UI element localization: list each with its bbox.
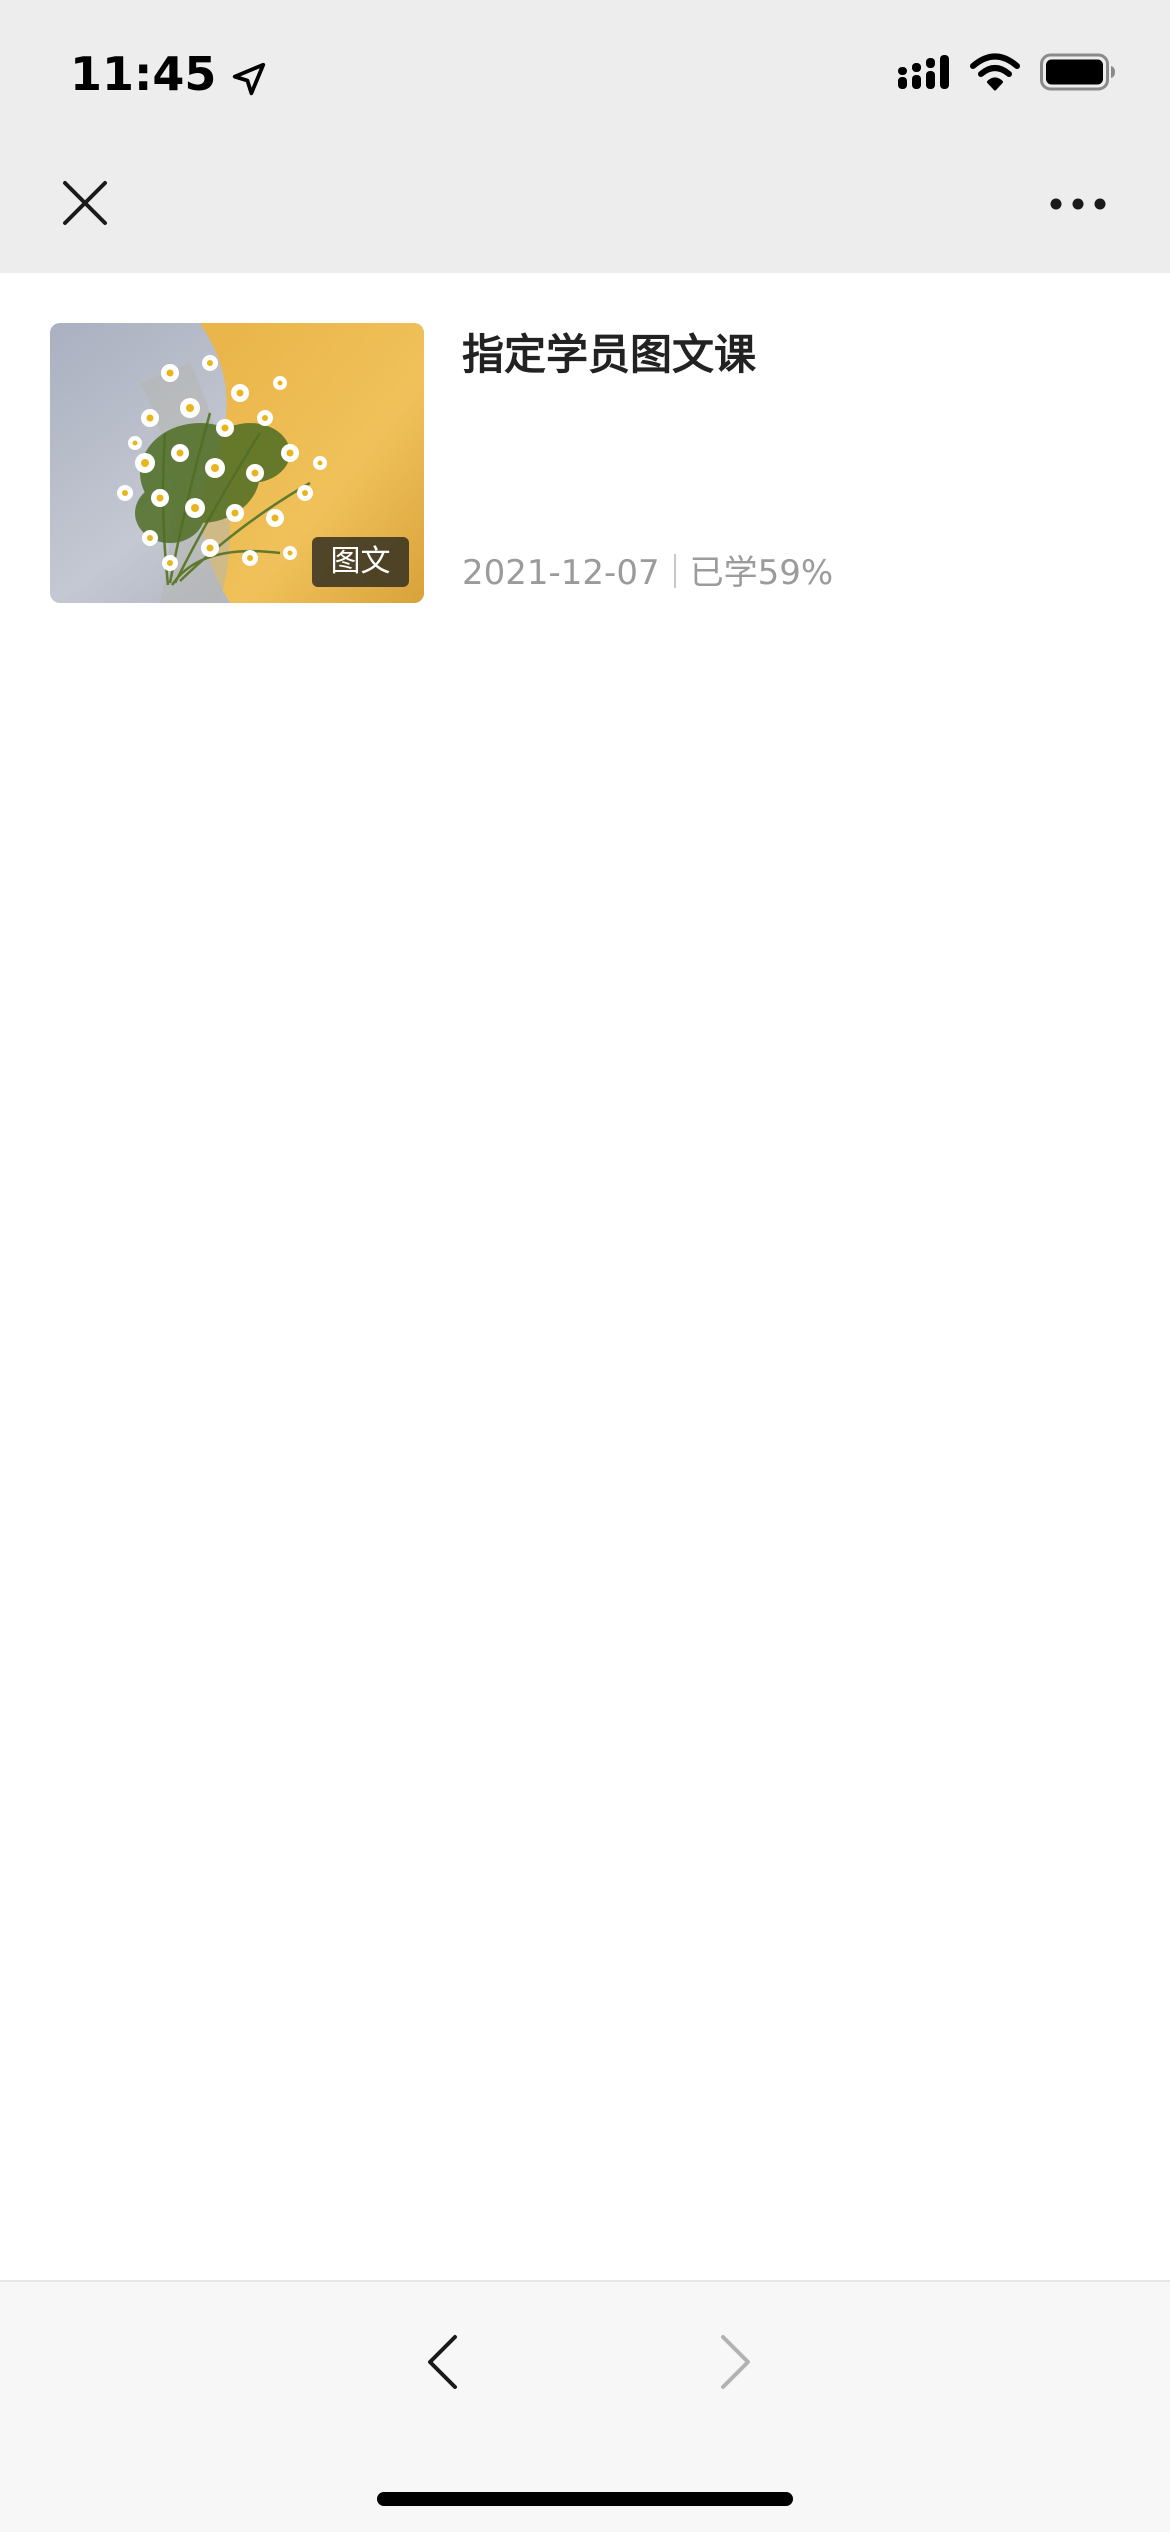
- top-bar: 11:45: [0, 0, 1170, 273]
- course-thumbnail: 图文: [50, 323, 424, 603]
- signal-icon: [898, 53, 950, 95]
- close-icon: [62, 180, 108, 230]
- status-icons: [898, 48, 1116, 100]
- back-button[interactable]: [402, 2324, 482, 2404]
- course-meta: 2021-12-07 已学59%: [462, 549, 1112, 597]
- meta-divider: [673, 554, 676, 588]
- course-date: 2021-12-07: [462, 553, 660, 593]
- bottom-toolbar: [0, 2280, 1170, 2532]
- status-time-text: 11:45: [70, 47, 217, 101]
- location-arrow-icon: [230, 55, 268, 96]
- course-list-item[interactable]: 图文 指定学员图文课 2021-12-07 已学59%: [50, 323, 1120, 603]
- home-indicator: [377, 2492, 793, 2506]
- wifi-icon: [970, 53, 1020, 95]
- forward-button: [696, 2324, 776, 2404]
- course-progress: 已学59%: [689, 553, 834, 593]
- content-type-badge: 图文: [312, 537, 409, 587]
- screen: 11:45 图文 指定学员图文课 2021-12-07 已学59%: [0, 0, 1170, 2532]
- more-button[interactable]: [1038, 172, 1118, 238]
- more-dots-icon: [1050, 196, 1106, 215]
- close-button[interactable]: [52, 172, 118, 238]
- status-time: 11:45: [70, 42, 268, 106]
- battery-icon: [1040, 53, 1116, 95]
- chevron-left-icon: [425, 2334, 459, 2394]
- chevron-right-icon: [719, 2334, 753, 2394]
- course-title: 指定学员图文课: [462, 330, 757, 379]
